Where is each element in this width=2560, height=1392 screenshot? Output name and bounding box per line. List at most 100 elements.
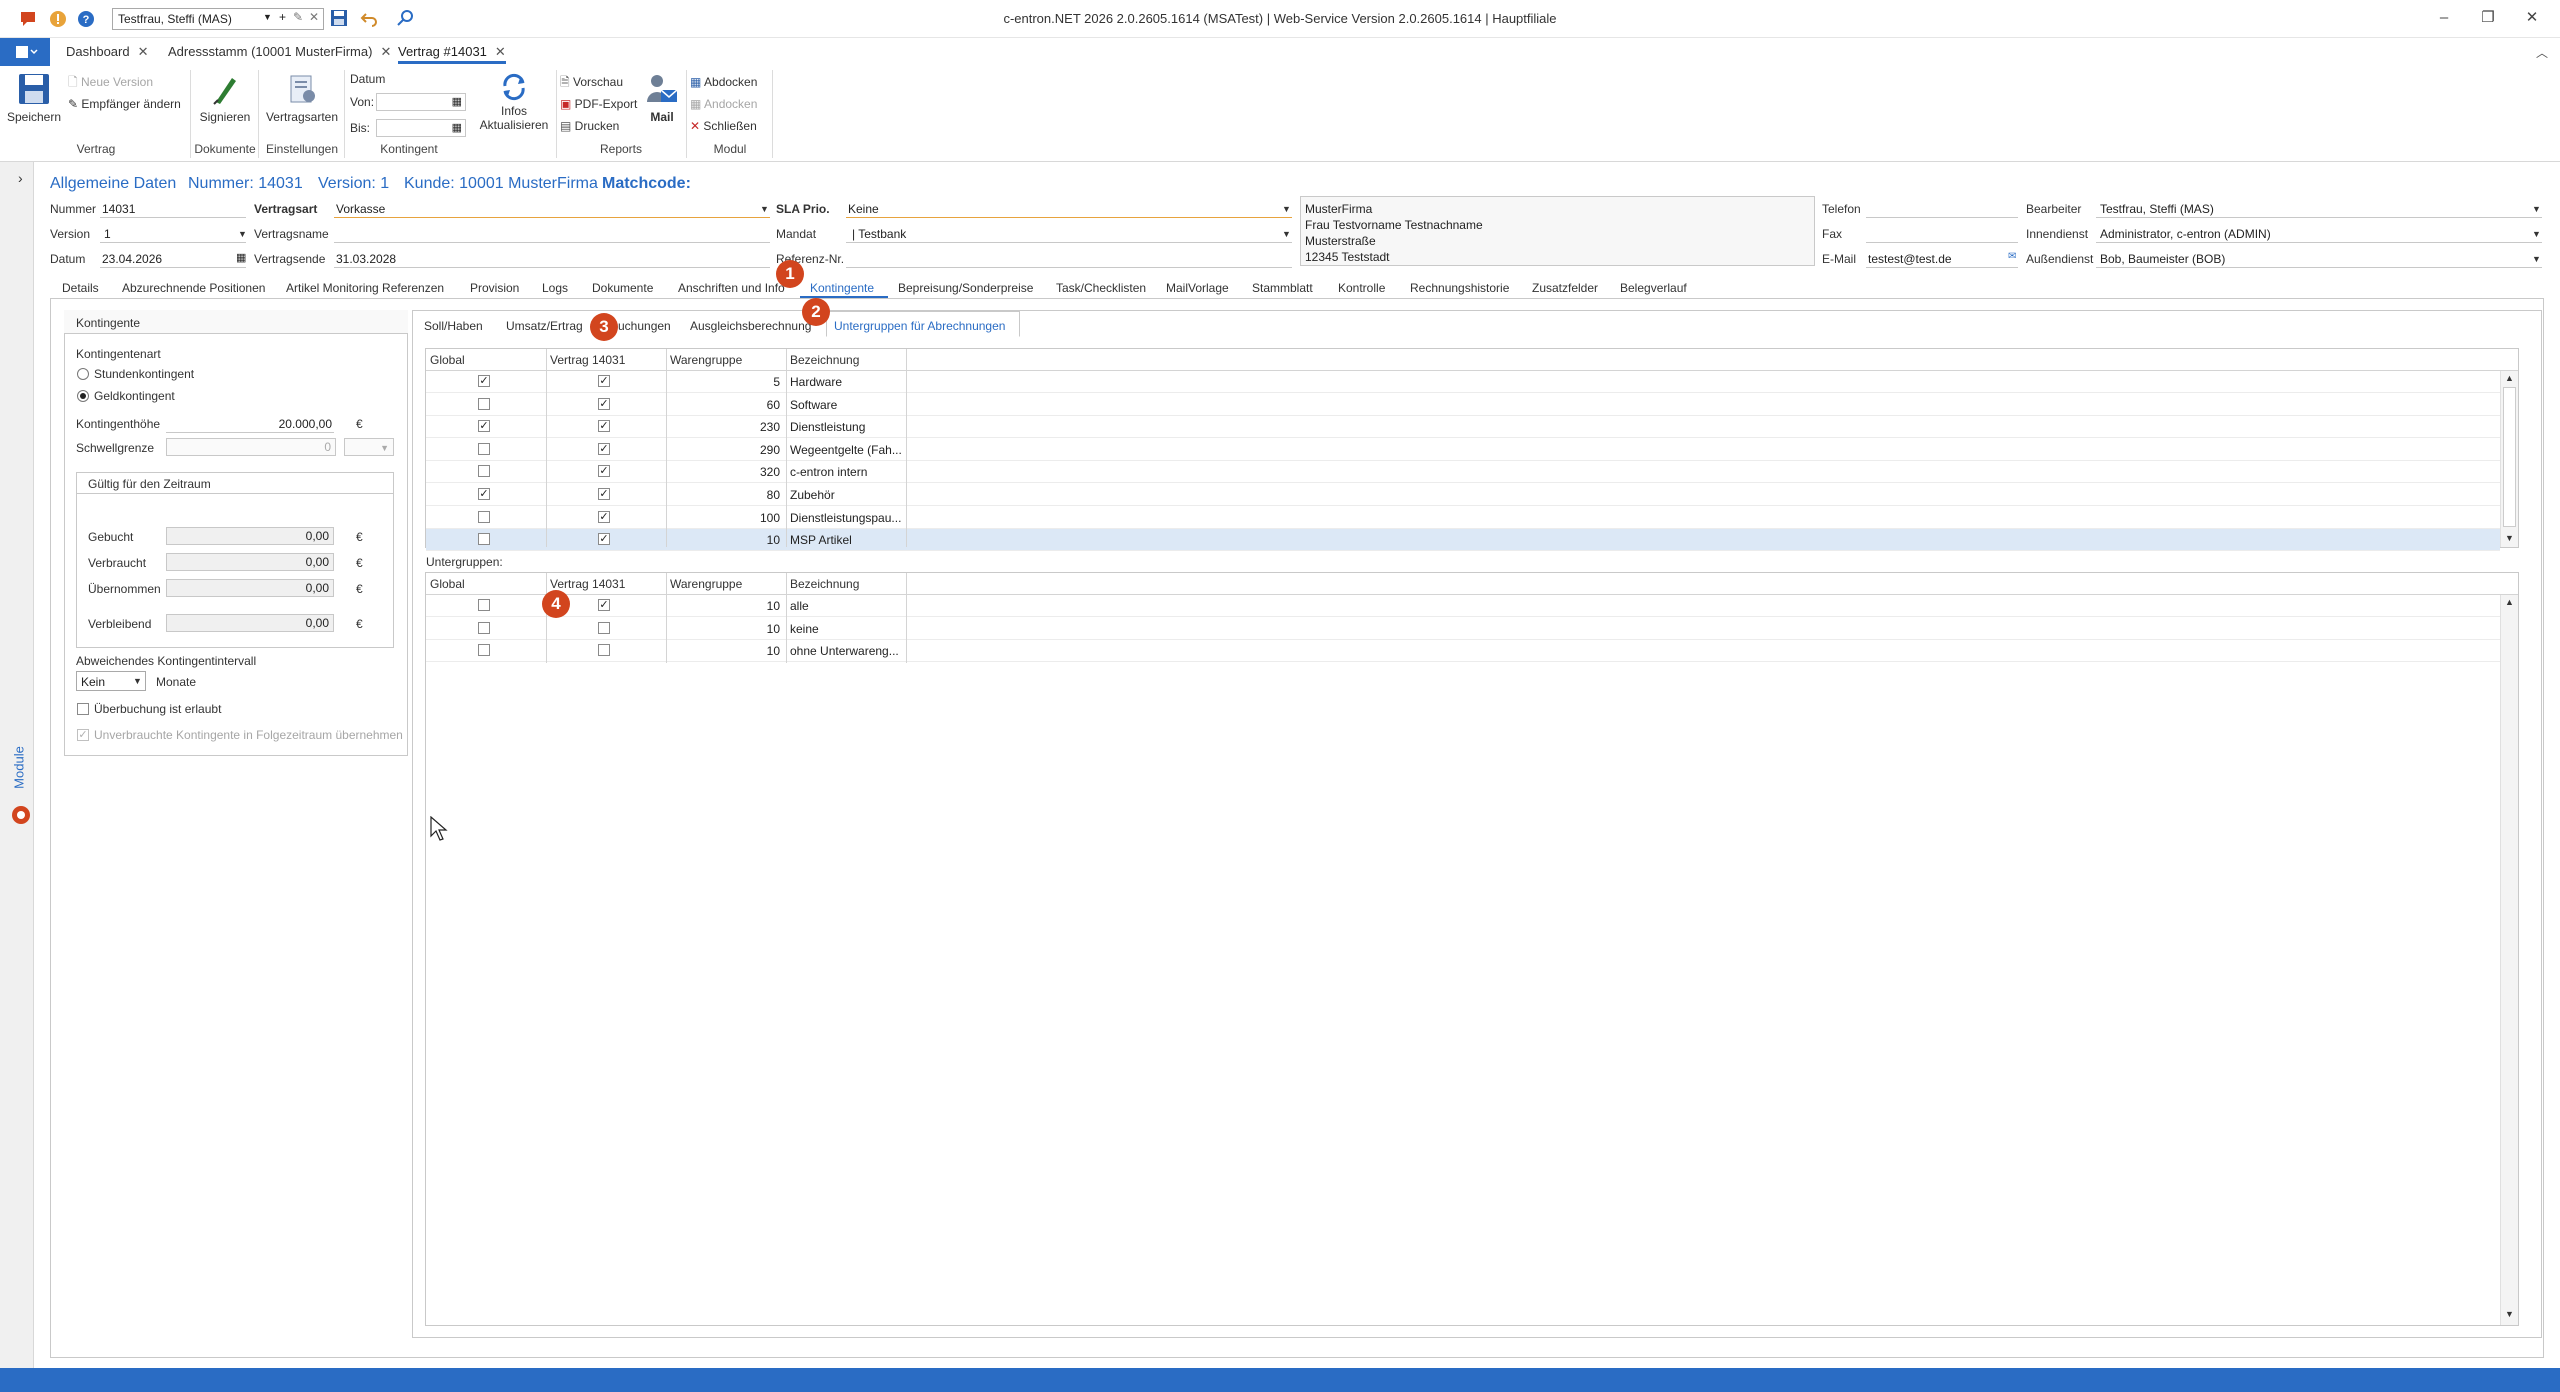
sign-button[interactable]: Signieren	[196, 72, 254, 124]
col-bezeichnung[interactable]: Bezeichnung	[790, 353, 859, 367]
global-checkbox[interactable]	[478, 465, 490, 478]
grid-scrollbar[interactable]: ▲ ▼	[2500, 595, 2518, 1325]
to-date-field[interactable]: ▦	[376, 119, 466, 137]
tab-logs[interactable]: Logs	[542, 281, 568, 295]
tab-rechnungshistorie[interactable]: Rechnungshistorie	[1410, 281, 1509, 295]
vertrag-checkbox[interactable]: ✓	[598, 488, 610, 500]
datum-field[interactable]: 23.04.2026	[102, 252, 162, 266]
scroll-thumb[interactable]	[2503, 387, 2516, 527]
email-field[interactable]: testest@test.de	[1868, 252, 1952, 266]
close-icon[interactable]: ✕	[380, 44, 391, 59]
pdf-export-button[interactable]: ▣ PDF-Export	[560, 94, 637, 114]
scroll-up-icon[interactable]: ▲	[2505, 597, 2514, 607]
contract-types-button[interactable]: Vertragsarten	[262, 72, 342, 124]
ueberbuchung-checkbox[interactable]	[77, 703, 89, 715]
global-checkbox[interactable]	[478, 510, 490, 523]
calendar-icon[interactable]: ▦	[452, 121, 462, 134]
tab-details[interactable]: Details	[62, 281, 99, 295]
subtab-ausgleichsberechnung[interactable]: Ausgleichsberechnung	[690, 319, 811, 333]
chevron-down-icon[interactable]: ▼	[2532, 254, 2541, 264]
table-row[interactable]: ✓ 60 Software	[426, 394, 2500, 416]
vertrag-checkbox[interactable]: ✓	[598, 510, 610, 523]
chevron-down-icon[interactable]: ▼	[760, 204, 769, 214]
col-vertrag[interactable]: Vertrag 14031	[550, 353, 625, 367]
vertragsende-field[interactable]: 31.03.2028	[336, 252, 396, 266]
close-icon[interactable]: ✕	[495, 44, 506, 59]
col-vertrag[interactable]: Vertrag 14031	[550, 577, 625, 591]
close-window-button[interactable]: ✕	[2514, 6, 2550, 30]
col-bezeichnung[interactable]: Bezeichnung	[790, 577, 859, 591]
expand-sidebar-icon[interactable]: ›	[18, 170, 23, 186]
tab-abzurechnende-positionen[interactable]: Abzurechnende Positionen	[122, 281, 265, 295]
col-warengruppe[interactable]: Warengruppe	[670, 577, 742, 591]
refresh-infos-button[interactable]: Infos Aktualisieren	[476, 72, 552, 132]
global-checkbox[interactable]	[478, 533, 490, 546]
scroll-down-icon[interactable]: ▼	[2505, 1309, 2514, 1319]
tab-zusatzfelder[interactable]: Zusatzfelder	[1532, 281, 1598, 295]
global-checkbox[interactable]	[478, 397, 490, 410]
dock-button[interactable]: ▦ Abdocken	[690, 72, 757, 92]
global-checkbox[interactable]: ✓	[478, 488, 490, 500]
global-checkbox[interactable]	[478, 644, 490, 657]
aussendienst-select[interactable]: Bob, Baumeister (BOB)	[2100, 252, 2225, 266]
mandat-select[interactable]: | Testbank	[852, 227, 906, 241]
vertrag-checkbox[interactable]: ✓	[598, 533, 610, 546]
table-row[interactable]: ✓ 320 c-entron intern	[426, 461, 2500, 484]
change-recipient-button[interactable]: ✎ Empfänger ändern	[68, 94, 181, 114]
preview-button[interactable]: 🗎 Vorschau	[560, 72, 623, 92]
tab-kontrolle[interactable]: Kontrolle	[1338, 281, 1385, 295]
doc-tab-dashboard[interactable]: Dashboard ✕	[66, 44, 149, 64]
close-module-button[interactable]: ✕ Schließen	[690, 116, 757, 136]
subtab-soll-haben[interactable]: Soll/Haben	[424, 319, 483, 333]
nummer-field[interactable]: 14031	[102, 202, 135, 216]
sla-select[interactable]: Keine	[848, 202, 879, 216]
global-checkbox[interactable]	[478, 621, 490, 634]
calendar-icon[interactable]: ▦	[236, 251, 246, 264]
from-date-field[interactable]: ▦	[376, 93, 466, 111]
table-row[interactable]: ✓ 290 Wegeentgelte (Fah...	[426, 439, 2500, 461]
subtab-untergruppen[interactable]: Untergruppen für Abrechnungen	[834, 319, 1005, 333]
subtab-umsatz-ertrag[interactable]: Umsatz/Ertrag	[506, 319, 583, 333]
col-warengruppe[interactable]: Warengruppe	[670, 353, 742, 367]
module-sidebar-button[interactable]: Module	[10, 730, 32, 830]
tab-provision[interactable]: Provision	[470, 281, 519, 295]
col-global[interactable]: Global	[430, 353, 465, 367]
grid-scrollbar[interactable]: ▲ ▼	[2500, 371, 2518, 547]
table-row[interactable]: ✓ 10 alle	[426, 595, 2500, 617]
intervall-select[interactable]: Kein ▼	[76, 671, 146, 691]
vertrag-checkbox[interactable]	[598, 621, 610, 634]
col-global[interactable]: Global	[430, 577, 465, 591]
doc-tab-adressstamm[interactable]: Adressstamm (10001 MusterFirma) ✕	[168, 44, 391, 64]
chevron-down-icon[interactable]: ▼	[2532, 229, 2541, 239]
global-checkbox[interactable]: ✓	[478, 420, 490, 433]
schwellgrenze-unit-select[interactable]: ▼	[344, 438, 394, 456]
undock-button[interactable]: ▦ Andocken	[690, 94, 757, 114]
tab-anschriften[interactable]: Anschriften und Info	[678, 281, 785, 295]
chevron-down-icon[interactable]: ▼	[238, 229, 247, 239]
collapse-ribbon-icon[interactable]: ︿	[2536, 44, 2548, 61]
vertrag-checkbox[interactable]: ✓	[598, 420, 610, 433]
table-row[interactable]: ✓ ✓ 5 Hardware	[426, 371, 2500, 393]
vertragsname-field[interactable]	[336, 227, 766, 241]
restore-button[interactable]: ❐	[2470, 6, 2506, 30]
calendar-icon[interactable]: ▦	[452, 95, 462, 108]
tab-stammblatt[interactable]: Stammblatt	[1252, 281, 1313, 295]
radio-stundenkontingent[interactable]	[77, 368, 89, 380]
tab-mailvorlage[interactable]: MailVorlage	[1166, 281, 1229, 295]
global-checkbox[interactable]: ✓	[478, 375, 490, 387]
subtab-buchungen[interactable]: Buchungen	[610, 319, 671, 333]
tab-artikel-monitoring[interactable]: Artikel Monitoring Referenzen	[286, 281, 444, 295]
table-row[interactable]: ✓ ✓ 230 Dienstleistung	[426, 416, 2500, 439]
scroll-down-icon[interactable]: ▼	[2505, 533, 2514, 543]
vertrag-checkbox[interactable]: ✓	[598, 465, 610, 478]
kontingenthoehe-field[interactable]: 20.000,00	[166, 417, 332, 431]
fax-field[interactable]	[1866, 242, 2018, 243]
global-checkbox[interactable]	[478, 599, 490, 611]
radio-geldkontingent[interactable]	[77, 390, 89, 402]
tab-bepreisung[interactable]: Bepreisung/Sonderpreise	[898, 281, 1033, 295]
table-row[interactable]: 10 keine	[426, 618, 2500, 640]
chevron-down-icon[interactable]: ▼	[1282, 204, 1291, 214]
save-button[interactable]: Speichern	[6, 72, 62, 124]
minimize-button[interactable]: –	[2426, 6, 2462, 30]
tab-dokumente[interactable]: Dokumente	[592, 281, 653, 295]
